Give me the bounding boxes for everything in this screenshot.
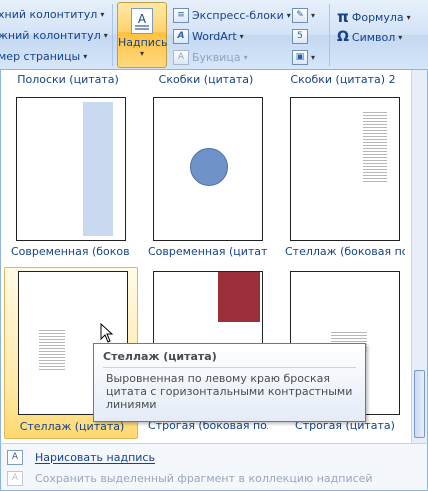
header-label: хний колонтитул <box>0 8 98 21</box>
page-preview <box>290 97 400 241</box>
ribbon: хний колонтитул ▾ жний колонтитул ▾ мер … <box>0 0 428 70</box>
page-preview <box>16 97 126 241</box>
gallery-item-caption[interactable]: Полоски (цитата) <box>6 70 130 90</box>
gallery-item-caption: Современная (цитата) <box>148 245 268 258</box>
symbol-button[interactable]: Ω Символ ▾ <box>337 29 402 45</box>
signature-line-button[interactable]: ✎ ▾ <box>292 8 315 23</box>
chevron-down-icon: ▾ <box>139 49 144 58</box>
chevron-down-icon: ▾ <box>406 12 411 22</box>
draw-text-box-icon: A <box>7 449 23 465</box>
chevron-down-icon: ▾ <box>239 32 244 41</box>
footer-button[interactable]: жний колонтитул ▾ <box>0 29 108 42</box>
divider <box>112 4 113 66</box>
equation-button[interactable]: π Формула ▾ <box>337 8 411 26</box>
divider <box>329 4 330 66</box>
quote-text-lines <box>39 330 65 370</box>
chevron-down-icon: ▾ <box>100 10 105 19</box>
header-button[interactable]: хний колонтитул ▾ <box>0 8 104 21</box>
gallery-menu: A Нарисовать надпись A Сохранить выделен… <box>0 443 428 491</box>
sidebar-stripe <box>83 102 113 236</box>
object-button[interactable]: ▣ ▾ <box>292 50 315 65</box>
text-box-icon: A <box>131 8 153 34</box>
text-box-button[interactable]: A Надпись ▾ <box>117 2 168 68</box>
wordart-button[interactable]: A WordArt ▾ <box>173 29 244 44</box>
save-selection-label: Сохранить выделенный фрагмент в коллекци… <box>35 471 373 485</box>
dropcap-label: Буквица <box>192 51 241 64</box>
page-preview <box>153 97 263 241</box>
tooltip-title: Стеллаж (цитата) <box>103 350 217 363</box>
equation-label: Формула <box>351 10 404 24</box>
quick-parts-icon: ≡ <box>173 8 189 23</box>
draw-text-box-label: Нарисовать надпись <box>35 450 155 464</box>
quick-parts-label: Экспресс-блоки <box>192 9 284 22</box>
gallery-item-caption[interactable]: Скобки (цитата) 2 <box>281 70 405 90</box>
save-selection-icon: A <box>7 470 23 486</box>
tooltip-divider <box>103 367 356 368</box>
sidebar-text-lines <box>363 112 387 182</box>
sidebar-block <box>218 272 260 322</box>
wordart-icon: A <box>173 29 189 44</box>
gallery-item-caption: Стеллаж (боковая пол... <box>285 245 405 258</box>
gallery-item-modern-quote[interactable]: Современная (цитата) <box>148 93 268 263</box>
chevron-down-icon: ▾ <box>103 31 108 40</box>
mouse-cursor-icon <box>100 323 114 343</box>
signature-icon: ✎ <box>292 8 308 23</box>
save-selection-item[interactable]: A Сохранить выделенный фрагмент в коллек… <box>1 468 427 488</box>
dropcap-button[interactable]: A Буквица ▾ <box>173 50 248 65</box>
footer-label: жний колонтитул <box>0 29 101 42</box>
gallery-item-modern-sidebar[interactable]: Современная (боков... <box>11 93 131 263</box>
tooltip-description: Выровненная по левому краю броская цитат… <box>106 372 353 411</box>
wordart-label: WordArt <box>192 30 237 43</box>
page-number-label: мер страницы <box>0 50 81 63</box>
chevron-down-icon: ▾ <box>311 11 316 20</box>
chevron-down-icon: ▾ <box>286 11 291 20</box>
chevron-down-icon: ▾ <box>83 52 88 61</box>
gallery-scrollbar[interactable] <box>411 70 427 443</box>
gallery-item-stack-sidebar[interactable]: Стеллаж (боковая пол... <box>285 93 405 263</box>
date-time-button[interactable]: 5 <box>292 29 308 44</box>
chevron-down-icon: ▾ <box>243 53 248 62</box>
dropcap-icon: A <box>173 50 189 65</box>
chevron-down-icon: ▾ <box>398 32 403 42</box>
pi-icon: π <box>337 8 349 26</box>
quick-parts-button[interactable]: ≡ Экспресс-блоки ▾ <box>173 8 291 23</box>
page-number-button[interactable]: мер страницы ▾ <box>0 50 87 63</box>
gallery-item-caption: Современная (боков... <box>11 245 131 258</box>
tooltip: Стеллаж (цитата) Выровненная по левому к… <box>93 343 366 422</box>
draw-text-box-item[interactable]: A Нарисовать надпись <box>1 447 427 467</box>
quote-circle <box>190 148 228 186</box>
date-time-icon: 5 <box>292 29 308 44</box>
chevron-down-icon: ▾ <box>311 53 316 62</box>
scrollbar-thumb[interactable] <box>414 370 425 438</box>
object-icon: ▣ <box>292 50 308 65</box>
symbol-label: Символ <box>351 30 396 44</box>
omega-icon: Ω <box>337 29 349 45</box>
text-box-label: Надпись <box>118 36 168 49</box>
gallery-item-caption[interactable]: Скобки (цитата) <box>144 70 268 90</box>
